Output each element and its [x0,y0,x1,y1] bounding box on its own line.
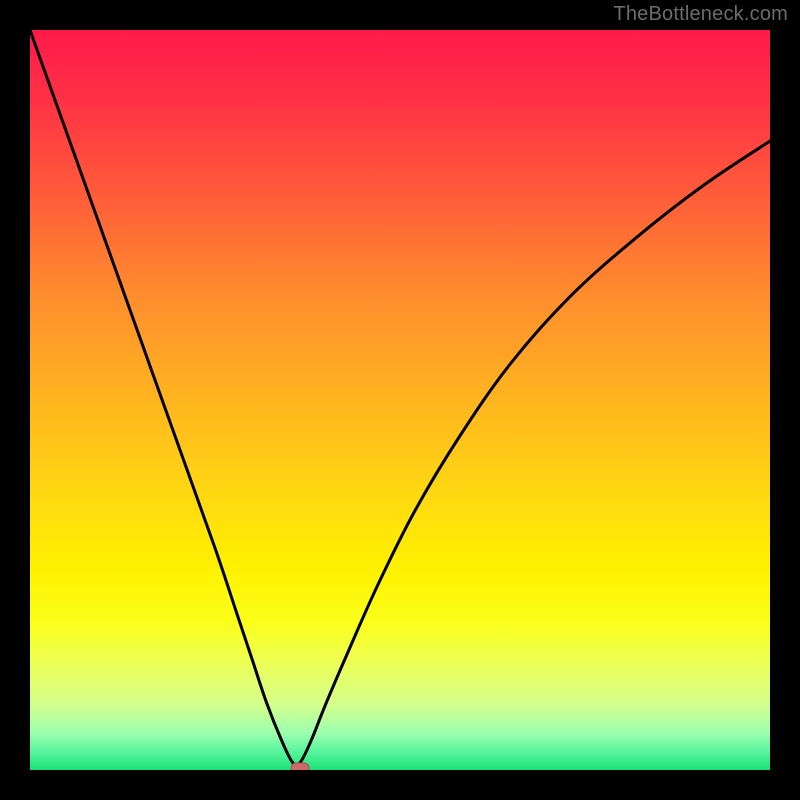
optimal-point-marker [291,763,309,770]
chart-container: TheBottleneck.com [0,0,800,800]
watermark-text: TheBottleneck.com [613,3,788,26]
gradient-background [30,30,770,770]
bottleneck-chart [30,30,770,770]
